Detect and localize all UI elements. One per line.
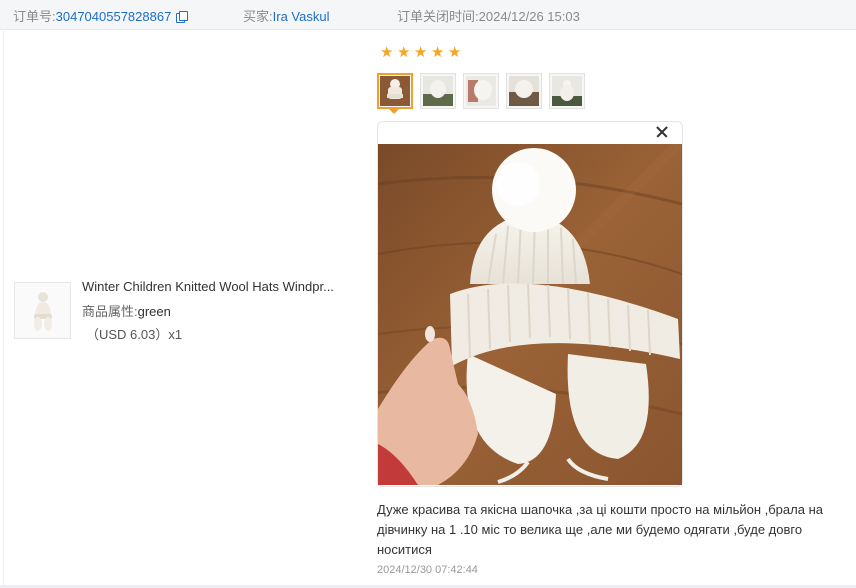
product-attribute-label: 商品属性: (82, 304, 138, 319)
review-text: Дуже красива та якісна шапочка ,за ці ко… (377, 502, 823, 557)
selected-thumb-indicator (389, 109, 399, 114)
product-name[interactable]: Winter Children Knitted Wool Hats Windpr… (82, 279, 334, 294)
buyer-label: 买家: (243, 9, 273, 24)
star-icon: ★ (430, 44, 445, 61)
rating-stars: ★ ★ ★ ★ ★ (380, 44, 462, 61)
order-number-value[interactable]: 3047040557828867 (56, 9, 172, 24)
close-icon[interactable] (654, 124, 670, 140)
review-image-thumb[interactable] (549, 73, 585, 109)
review-image-thumbnails (377, 73, 585, 109)
review-photo (378, 144, 682, 485)
star-icon: ★ (447, 44, 462, 61)
star-icon: ★ (380, 44, 394, 61)
order-number: 订单号:3047040557828867 (13, 6, 189, 25)
order-close-time: 订单关闭时间:2024/12/26 15:03 (397, 6, 580, 25)
star-icon: ★ (396, 44, 411, 61)
product-attribute: 商品属性:green (82, 301, 171, 320)
review-image-thumb[interactable] (377, 73, 413, 109)
close-time-value: 2024/12/26 15:03 (478, 9, 580, 24)
buyer-name-link[interactable]: Ira Vaskul (273, 9, 330, 24)
copy-icon[interactable] (176, 11, 189, 23)
product-price: （USD 6.03）x1 (86, 327, 183, 342)
product-thumbnail[interactable] (14, 282, 71, 339)
review-date: 2024/12/30 07:42:44 (377, 564, 478, 576)
review-image-thumb[interactable] (506, 73, 542, 109)
review-image-thumb[interactable] (463, 73, 499, 109)
star-icon: ★ (413, 44, 428, 61)
order-number-label: 订单号: (13, 9, 56, 24)
review-image-thumb[interactable] (420, 73, 456, 109)
product-attribute-value: green (137, 304, 171, 319)
close-time-label: 订单关闭时间: (397, 9, 479, 24)
product-image (33, 291, 52, 331)
buyer: 买家:Ira Vaskul (243, 6, 329, 25)
order-header: 订单号:3047040557828867 买家:Ira Vaskul 订单关闭时… (0, 0, 856, 30)
